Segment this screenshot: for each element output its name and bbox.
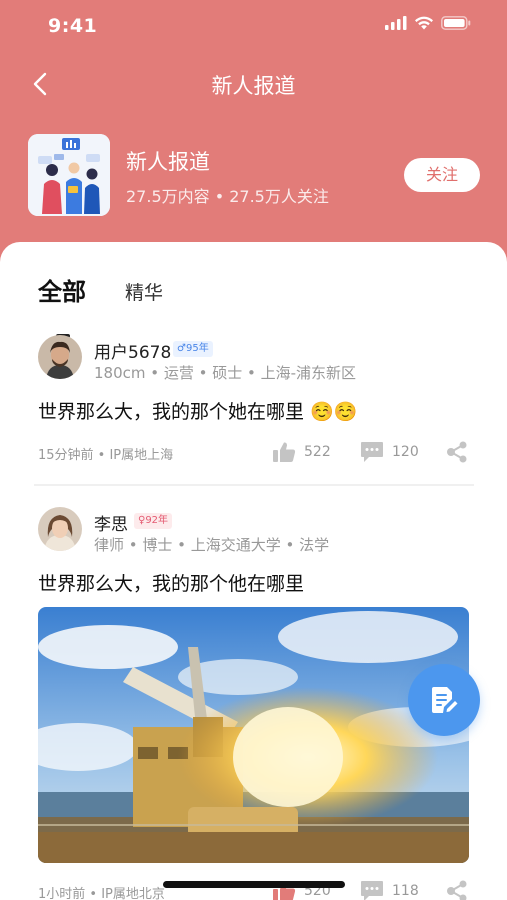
- comment-icon: [361, 881, 383, 900]
- topic-thumbnail: [28, 134, 110, 216]
- avatar[interactable]: [38, 335, 82, 379]
- comment-icon: [361, 442, 383, 462]
- post-image[interactable]: [38, 607, 469, 863]
- post-time: 1小时前 • IP属地北京: [38, 887, 165, 900]
- battery-icon: [441, 16, 471, 30]
- status-time: 9:41: [48, 15, 98, 37]
- status-bar: 9:41: [0, 0, 507, 52]
- comment-count: 120: [392, 444, 419, 460]
- feed-container: 全部 精华 用户5678 ♂95年 180cm • 运营 • 硕士 • 上海-浦…: [0, 242, 507, 900]
- like-count: 522: [304, 444, 331, 460]
- author-name[interactable]: 用户5678: [94, 338, 171, 363]
- author-meta: 律师 • 博士 • 上海交通大学 • 法学: [94, 536, 330, 554]
- signal-icon: [385, 16, 407, 30]
- post-text[interactable]: 世界那么大，我的那个她在哪里 ☺️☺️: [38, 397, 357, 424]
- page-title: 新人报道: [211, 74, 296, 98]
- compose-button[interactable]: [408, 664, 480, 736]
- comment-count: 118: [392, 883, 419, 899]
- nav-bar: 新人报道: [0, 60, 507, 110]
- topic-card: 新人报道 27.5万内容 • 27.5万人关注 关注: [28, 134, 488, 218]
- tab-all[interactable]: 全部: [38, 272, 86, 307]
- comment-button[interactable]: 120: [360, 441, 419, 463]
- status-icons: [385, 16, 471, 30]
- follow-button[interactable]: 关注: [404, 158, 480, 192]
- post-time: 15分钟前 • IP属地上海: [38, 448, 174, 463]
- home-indicator: [163, 881, 345, 888]
- post-divider: [34, 484, 474, 486]
- like-button[interactable]: 522: [272, 441, 331, 463]
- author-name[interactable]: 李思: [94, 510, 128, 535]
- share-icon[interactable]: [446, 441, 468, 463]
- age-badge: ♂95年: [173, 341, 213, 357]
- edit-note-icon: [432, 687, 458, 713]
- tab-featured[interactable]: 精华: [125, 278, 163, 305]
- like-icon: [273, 442, 296, 462]
- topic-stats: 27.5万内容 • 27.5万人关注: [126, 187, 329, 206]
- comment-button[interactable]: 118: [360, 880, 419, 900]
- topic-name: 新人报道: [126, 150, 210, 174]
- author-meta: 180cm • 运营 • 硕士 • 上海-浦东新区: [94, 364, 357, 382]
- post-footer: 15分钟前 • IP属地上海 522 120: [38, 441, 478, 465]
- age-badge: ♀92年: [134, 513, 173, 529]
- share-icon[interactable]: [446, 880, 468, 900]
- avatar[interactable]: [38, 507, 82, 551]
- post-text[interactable]: 世界那么大，我的那个他在哪里: [38, 569, 304, 596]
- wifi-icon: [415, 16, 433, 30]
